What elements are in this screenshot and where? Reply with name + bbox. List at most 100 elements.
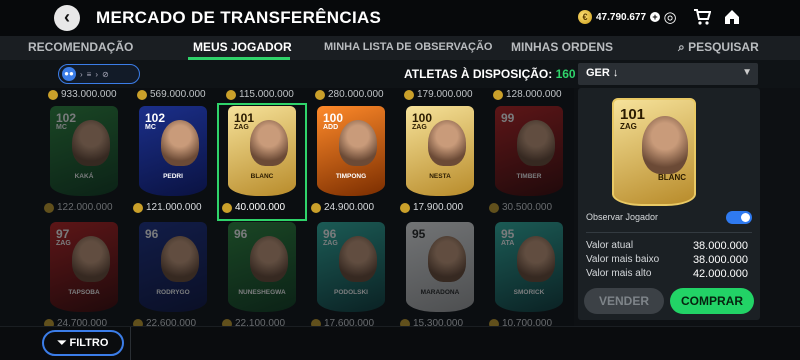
player-card-cell[interactable]: 95 MARADONA 15.300.000 [396, 220, 484, 328]
price-value: 17.900.000 [413, 202, 464, 213]
player-card: 96 ZAG PODOLSKI [317, 222, 385, 312]
player-name: SMORICK [513, 289, 545, 296]
price-value: 121.000.000 [146, 202, 202, 213]
player-name: BLANC [250, 173, 274, 180]
player-rating: 97 [56, 227, 70, 241]
divider [130, 327, 131, 360]
chevron-right-icon: › [80, 69, 83, 79]
selected-position: ZAG [620, 122, 637, 131]
player-card-cell[interactable]: 102 MC PEDRI 121.000.000 [129, 104, 217, 220]
top-header: ‹ MERCADO DE TRANSFERÊNCIAS € 47.790.677… [0, 0, 800, 36]
listing-price: 569.000.000 [137, 89, 225, 100]
player-price: 30.500.000 [489, 202, 552, 213]
player-portrait [428, 236, 466, 282]
player-card: 96 RODRYGO [139, 222, 207, 312]
target-icon[interactable]: ◎ [660, 8, 680, 28]
filter-button[interactable]: ⏷ FILTRO [42, 330, 124, 356]
player-card-cell[interactable]: 96 NUNESHEGWA 22.100.000 [218, 220, 306, 328]
sell-button[interactable]: VENDER [584, 288, 664, 314]
coin-icon [137, 89, 147, 100]
funnel-icon: ⏷ [57, 337, 67, 349]
filter-row: ●● › ≡ › ⊘ ATLETAS À DISPOSIÇÃO: 160 GER… [0, 60, 800, 88]
player-card-cell[interactable]: 101 ZAG BLANC 40.000.000 [217, 103, 307, 221]
player-card-cell[interactable]: 99 TIMBER 30.500.000 [485, 104, 573, 220]
coin-icon [404, 89, 414, 100]
cart-icon[interactable] [692, 8, 712, 28]
player-price: 40.000.000 [222, 202, 285, 213]
sort-dropdown[interactable]: GER ↓ ▼ [578, 63, 758, 85]
value-current-row: Valor atual 38.000.000 [586, 240, 752, 252]
coin-icon [44, 202, 54, 213]
squad-filter-chip[interactable]: ●● › ≡ › ⊘ [58, 64, 140, 84]
player-position: ZAG [56, 240, 71, 247]
player-portrait [517, 236, 555, 282]
coin-icon [311, 202, 321, 213]
value-highest-row: Valor mais alto 42.000.000 [586, 268, 752, 280]
price-value: 933.000.000 [61, 89, 117, 100]
player-card-cell[interactable]: 96 RODRYGO 22.600.000 [129, 220, 217, 328]
buy-button[interactable]: COMPRAR [670, 288, 754, 314]
player-portrait [517, 120, 555, 166]
top-price-strip: 933.000.000 569.000.000 115.000.000 280.000… [40, 88, 570, 102]
coin-icon [400, 202, 410, 213]
player-position: MC [56, 124, 67, 131]
value-lowest-row: Valor mais baixo 38.000.000 [586, 254, 752, 266]
watch-player-row: Observar Jogador [586, 211, 752, 224]
tab-pesquisar[interactable]: ⌕ PESQUISAR [678, 40, 759, 55]
player-card-cell[interactable]: 96 ZAG PODOLSKI 17.600.000 [307, 220, 395, 328]
tab-recomendacao[interactable]: RECOMENDAÇÃO [28, 40, 133, 54]
player-rating: 95 [501, 227, 515, 241]
price-value: 122.000.000 [57, 202, 113, 213]
value-label: Valor atual [586, 240, 634, 251]
player-price: 121.000.000 [133, 202, 202, 213]
player-portrait [339, 120, 377, 166]
tab-meus-jogador[interactable]: MEUS JOGADOR [193, 40, 292, 54]
listing-price: 115.000.000 [226, 89, 314, 100]
player-portrait [161, 236, 199, 282]
player-card: 100 ZAG NESTA [406, 106, 474, 196]
coin-balance[interactable]: € 47.790.677 + [578, 10, 661, 24]
value-label: Valor mais alto [586, 268, 652, 279]
player-rating: 96 [234, 227, 248, 241]
player-card-cell[interactable]: 97 ZAG TAPSOBA 24.700.000 [40, 220, 128, 328]
tab-pesquisar-label: PESQUISAR [688, 40, 759, 54]
back-button[interactable]: ‹ [54, 5, 80, 31]
stack-icon: ≡ [86, 69, 92, 79]
player-position: ATA [501, 240, 515, 247]
coin-icon [493, 89, 503, 100]
selected-player-card: 101 ZAG BLANC [612, 98, 696, 206]
player-card-cell[interactable]: 95 ATA SMORICK 10.700.000 [485, 220, 573, 328]
player-name: RODRYGO [156, 289, 190, 296]
player-name: KAKÁ [74, 173, 94, 180]
price-value: 115.000.000 [239, 89, 294, 100]
tab-minhas-ordens[interactable]: MINHAS ORDENS [511, 40, 613, 54]
player-grid: 933.000.000 569.000.000 115.000.000 280.000… [0, 88, 574, 328]
coin-icon [222, 202, 232, 213]
divider [586, 232, 752, 233]
player-rating: 95 [412, 227, 426, 241]
player-rating: 96 [323, 227, 337, 241]
price-value: 569.000.000 [150, 89, 206, 100]
value-amount: 42.000.000 [692, 268, 748, 280]
plus-icon: + [650, 12, 661, 22]
player-position: ADD [323, 124, 339, 131]
selected-name: BLANC [658, 173, 686, 182]
player-card-cell[interactable]: 102 MC KAKÁ 122.000.000 [40, 104, 128, 220]
player-portrait [72, 236, 110, 282]
value-amount: 38.000.000 [692, 254, 748, 266]
player-name: PODOLSKI [334, 289, 368, 296]
home-icon[interactable] [722, 8, 742, 28]
coin-amount: 47.790.677 [596, 11, 647, 23]
player-card-cell[interactable]: 100 ADD TIMPONG 24.900.000 [307, 104, 395, 220]
listing-price: 933.000.000 [48, 89, 136, 100]
tab-lista-observacao[interactable]: MINHA LISTA DE OBSERVAÇÃO [324, 41, 492, 53]
player-portrait [250, 236, 288, 282]
chevron-left-icon: ‹ [64, 7, 70, 27]
player-price: 122.000.000 [44, 202, 113, 213]
selected-rating: 101 [620, 106, 646, 123]
player-position: ZAG [412, 124, 427, 131]
player-card-cell[interactable]: 100 ZAG NESTA 17.900.000 [396, 104, 484, 220]
watch-toggle[interactable] [726, 211, 752, 224]
coin-icon [315, 89, 325, 100]
price-value: 24.900.000 [324, 202, 375, 213]
